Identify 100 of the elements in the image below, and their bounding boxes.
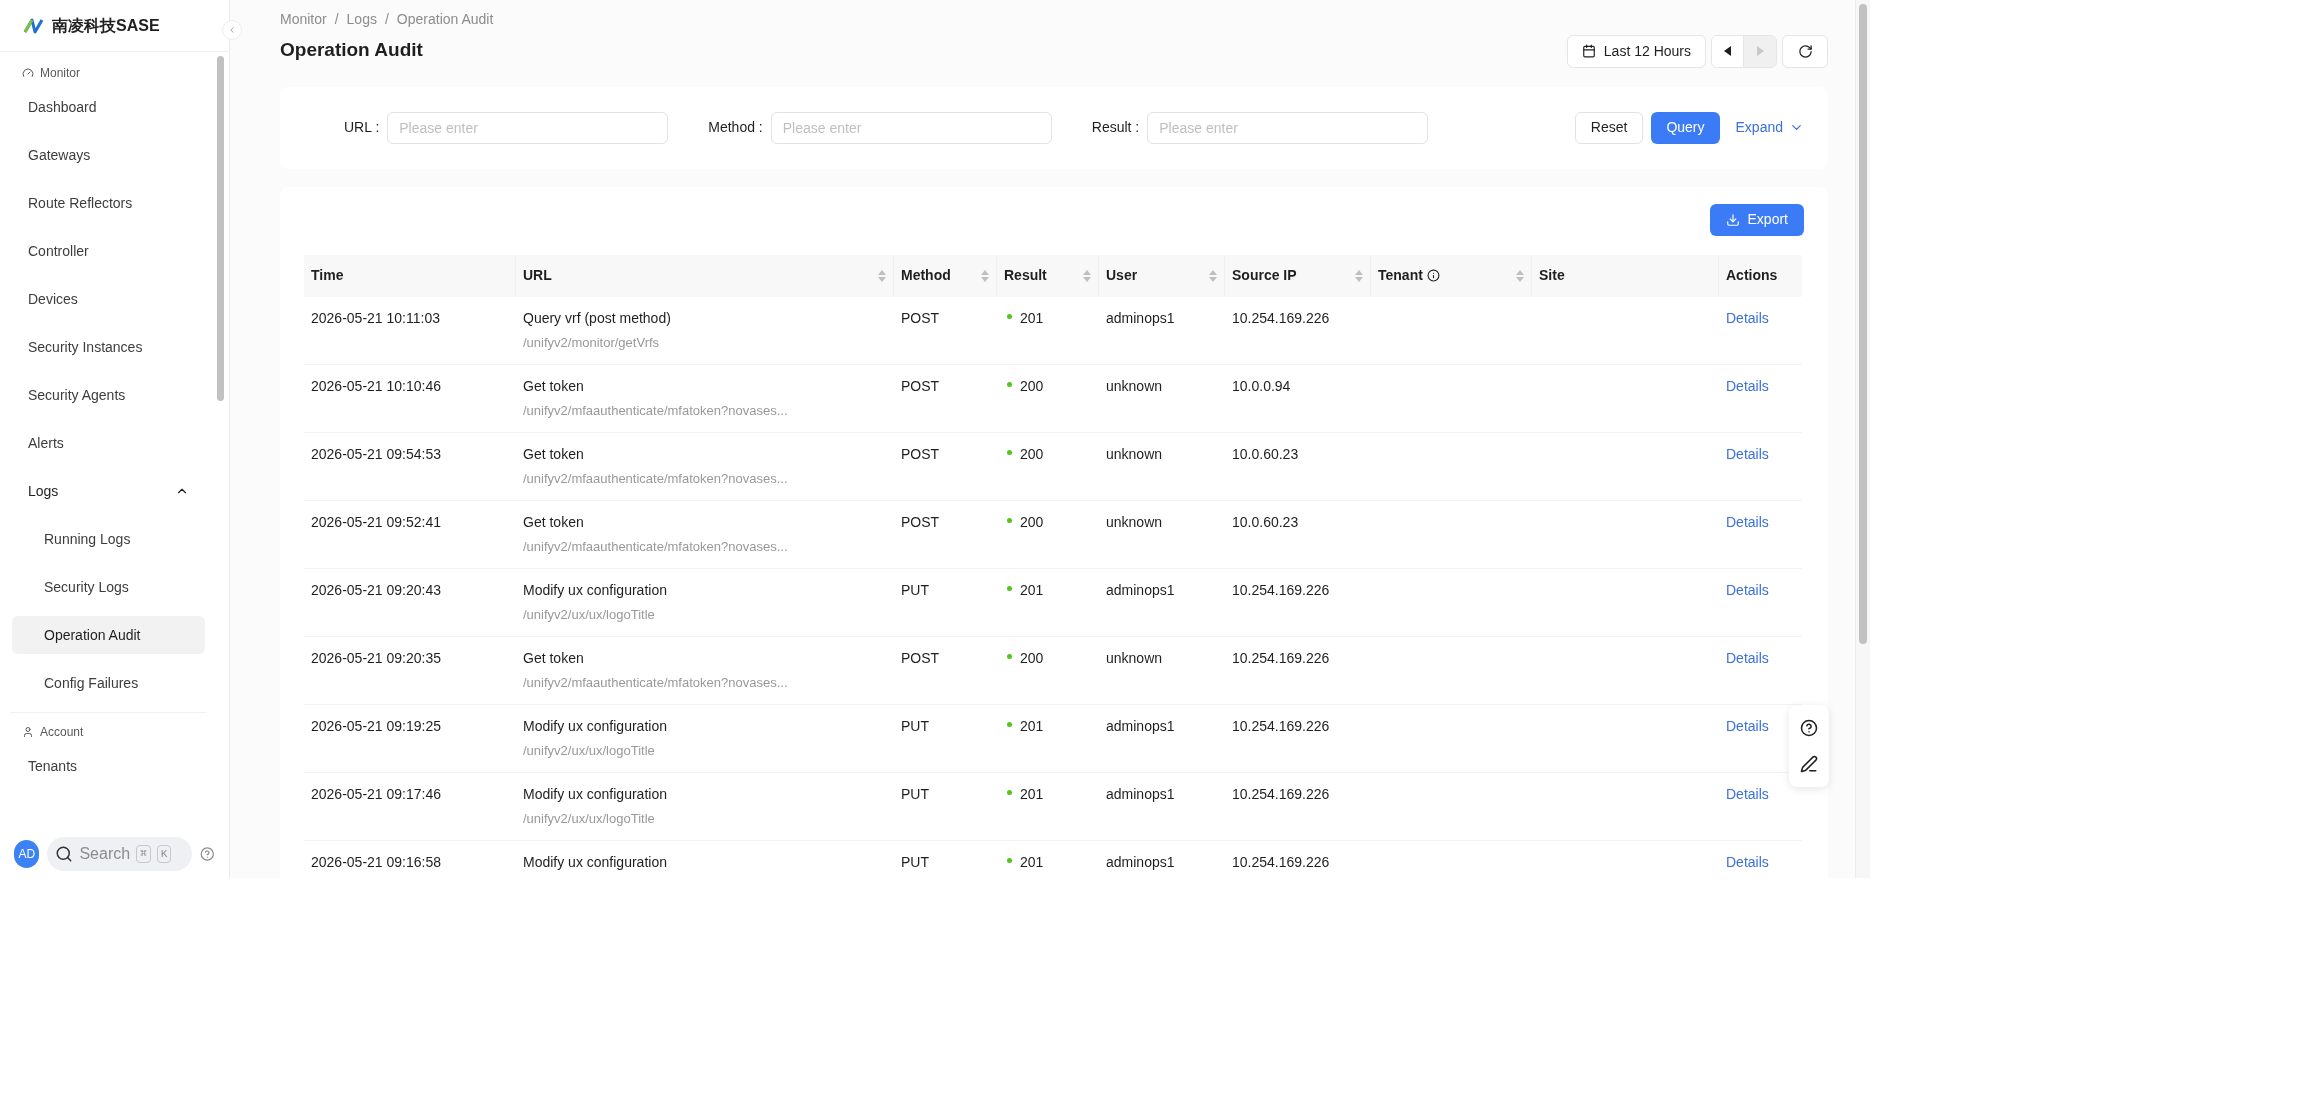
source-ip-cell: 10.0.0.94 [1232, 377, 1291, 394]
time-cell: 2026-05-21 09:54:53 [311, 445, 441, 462]
source-ip-cell: 10.254.169.226 [1232, 309, 1330, 326]
breadcrumb-separator: / [384, 10, 389, 29]
time-cell: 2026-05-21 09:19:25 [311, 717, 441, 734]
filter-input[interactable]: Please enter [387, 111, 669, 144]
sort-icon[interactable] [1209, 269, 1217, 282]
breadcrumb-link[interactable]: Operation Audit [396, 9, 494, 30]
sidebar-item[interactable]: Security Agents [12, 376, 205, 414]
sidebar-item[interactable]: Security Instances [12, 328, 205, 366]
section-icon [22, 726, 34, 738]
url-path: /unifyv2/monitor/getVrfs [523, 333, 660, 352]
sidebar-item[interactable]: Security Logs [12, 568, 205, 606]
result-cell-text: 201 [1020, 580, 1044, 600]
column-title: URL [523, 266, 552, 285]
user-cell: adminops1 [1106, 309, 1175, 326]
sidebar-item[interactable]: Operation Audit [12, 616, 205, 654]
result-cell-text: 201 [1020, 716, 1044, 736]
method-cell: PUT [901, 853, 929, 870]
sort-icon[interactable] [1516, 269, 1524, 282]
help-icon[interactable] [1800, 719, 1818, 737]
operation-name: Modify ux configuration [523, 784, 667, 804]
previous-button[interactable] [1712, 35, 1744, 67]
sidebar-item[interactable]: Config Failures [12, 664, 205, 702]
sidebar-item[interactable]: Devices [12, 280, 205, 318]
source-ip-cell: 10.254.169.226 [1232, 717, 1330, 734]
sidebar-item[interactable]: Tenants [12, 747, 205, 785]
scrollbar-thumb[interactable] [1859, 4, 1867, 644]
sidebar-item[interactable]: Gateways [12, 136, 205, 174]
method-cell: PUT [901, 785, 929, 802]
refresh-button[interactable] [1782, 34, 1828, 68]
details-link[interactable]: Details [1726, 377, 1769, 394]
logo-icon [24, 17, 44, 34]
query-button[interactable]: Query [1651, 111, 1720, 144]
operation-name: Modify ux configuration [523, 716, 667, 736]
url-path: /unifyv2/mfaauthenticate/mfatoken?novases... [523, 469, 788, 488]
time-cell: 2026-05-21 09:20:35 [311, 649, 441, 666]
details-link[interactable]: Details [1726, 853, 1769, 870]
section-title: Account [40, 724, 84, 741]
chevron-left-icon [227, 25, 237, 35]
sidebar-item[interactable]: Route Reflectors [12, 184, 205, 222]
collapse-button[interactable] [222, 20, 242, 40]
search-field[interactable]: Search ⌘ K [47, 837, 193, 871]
logo-text: 南凌科技SASE [52, 15, 160, 36]
info-icon[interactable] [1426, 269, 1440, 282]
result-cell-text: 201 [1020, 852, 1044, 872]
sidebar-item[interactable]: Dashboard [12, 88, 205, 126]
details-link[interactable]: Details [1726, 513, 1769, 530]
time-cell: 2026-05-21 09:20:43 [311, 581, 441, 598]
expand-link[interactable]: Expand [1735, 117, 1804, 138]
sort-icon[interactable] [1083, 269, 1091, 282]
column-title: Time [311, 266, 344, 285]
sidebar-item[interactable]: Logs [12, 472, 205, 510]
sidebar-item[interactable]: Alerts [12, 424, 205, 462]
operation-name: Query vrf (post method) [523, 308, 671, 328]
filter-input[interactable]: Please enter [770, 111, 1052, 144]
breadcrumb-link[interactable]: Logs [346, 9, 377, 30]
filter-input[interactable]: Please enter [1147, 111, 1429, 144]
calendar-icon [1581, 44, 1596, 58]
details-link[interactable]: Details [1726, 581, 1769, 598]
source-ip-cell: 10.254.169.226 [1232, 785, 1330, 802]
filter-label: Method : [708, 118, 763, 137]
result-cell-text: 200 [1020, 376, 1044, 396]
method-cell: POST [901, 309, 940, 326]
source-ip-cell: 10.254.169.226 [1232, 581, 1330, 598]
sidebar-item[interactable]: Controller [12, 232, 205, 270]
operation-name: Get token [523, 444, 584, 464]
user-cell: adminops1 [1106, 717, 1175, 734]
pen-icon[interactable] [1800, 755, 1818, 773]
page-title: Operation Audit [280, 38, 424, 62]
source-ip-cell: 10.254.169.226 [1232, 853, 1330, 870]
reset-button[interactable]: Reset [1574, 111, 1644, 144]
filter-label: Result : [1091, 118, 1140, 137]
sort-icon[interactable] [878, 269, 886, 282]
method-cell: PUT [901, 717, 929, 734]
scrollbar-thumb[interactable] [217, 56, 224, 401]
details-link[interactable]: Details [1726, 445, 1769, 462]
details-link[interactable]: Details [1726, 717, 1769, 734]
column-title: Actions [1726, 266, 1778, 285]
url-path: /unifyv2/mfaauthenticate/mfatoken?novases... [523, 401, 788, 420]
details-link[interactable]: Details [1726, 649, 1769, 666]
time-range-button[interactable]: Last 12 Hours [1566, 34, 1706, 68]
result-cell-text: 200 [1020, 512, 1044, 532]
column-title: User [1106, 266, 1138, 285]
breadcrumb-separator: / [334, 10, 339, 29]
result-cell-text: 200 [1020, 648, 1044, 668]
sort-icon[interactable] [1355, 269, 1363, 282]
user-cell: adminops1 [1106, 785, 1175, 802]
export-button[interactable]: Export [1709, 203, 1804, 236]
time-cell: 2026-05-21 10:10:46 [311, 377, 441, 394]
section-title: Monitor [40, 65, 80, 82]
sidebar-item[interactable]: Running Logs [12, 520, 205, 558]
details-link[interactable]: Details [1726, 785, 1769, 802]
operation-name: Modify ux configuration [523, 852, 667, 872]
sort-icon[interactable] [981, 269, 989, 282]
details-link[interactable]: Details [1726, 309, 1769, 326]
user-avatar[interactable]: AD [14, 840, 40, 868]
breadcrumb-link[interactable]: Monitor [280, 9, 327, 30]
result-cell-text: 201 [1020, 308, 1044, 328]
method-cell: POST [901, 649, 940, 666]
